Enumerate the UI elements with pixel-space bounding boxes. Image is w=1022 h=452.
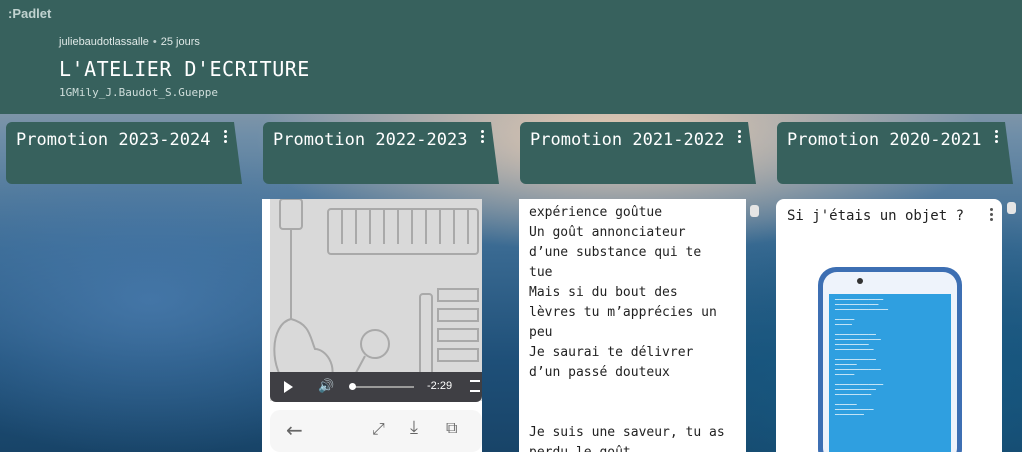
external-link-icon[interactable]: ⧉ <box>446 418 457 438</box>
phone-screen-frame: ━━━━━━━━━━━━━━━━━━━━ ━━━━━━━━━━━━━━━━━━ ━━… <box>823 272 957 452</box>
post-line: perdu le goût <box>529 443 736 452</box>
column-title: Promotion 2023-2024 <box>16 130 211 150</box>
column-menu-icon[interactable] <box>993 130 999 144</box>
text-post-card[interactable]: expérience goûtue Un goût annonciateur d… <box>519 199 746 452</box>
post-line: d’une substance qui te <box>529 245 702 260</box>
fullscreen-icon[interactable] <box>470 380 480 392</box>
post-body: expérience goûtue Un goût annonciateur d… <box>529 203 736 452</box>
board-header: :Padlet juliebaudotlassalle • 25 jours L'A… <box>0 0 1022 114</box>
column-header-2022[interactable]: Promotion 2022-2023 <box>263 122 499 184</box>
post-line <box>529 383 736 403</box>
board-age: 25 jours <box>160 36 200 48</box>
column-title: Promotion 2021-2022 <box>530 130 725 150</box>
post-menu-icon[interactable] <box>988 208 994 222</box>
attachment-toolbar: ← ⤢ ⤓ ⧉ <box>270 410 482 452</box>
phone-screen: ━━━━━━━━━━━━━━━━━━━━ ━━━━━━━━━━━━━━━━━━ ━━… <box>829 294 951 452</box>
download-icon[interactable]: ⤓ <box>410 417 418 438</box>
post-line: Je suis une saveur, tu as <box>529 425 725 440</box>
volume-icon[interactable]: 🔊 <box>318 379 334 394</box>
column-menu-icon[interactable] <box>736 130 742 144</box>
object-post-card[interactable]: Si j'étais un objet ? ━━━━━━━━━━━━━━━━━━… <box>776 199 1002 452</box>
padlet-logo[interactable]: :Padlet <box>8 6 51 21</box>
column-header-2020[interactable]: Promotion 2020-2021 <box>777 122 1013 184</box>
post-line: expérience goûtue <box>529 205 663 220</box>
scroll-indicator[interactable] <box>750 205 759 217</box>
post-line: lèvres tu m’apprécies un <box>529 305 717 320</box>
arrow-left-icon[interactable]: ← <box>286 418 303 442</box>
instruments-icon <box>273 199 479 397</box>
column-menu-icon[interactable] <box>222 130 228 144</box>
meta-separator: • <box>152 36 157 48</box>
audio-player: 🔊 -2:29 <box>270 372 482 402</box>
post-line: Mais si du bout des <box>529 285 678 300</box>
remaining-time: -2:29 <box>427 380 453 392</box>
column-title: Promotion 2020-2021 <box>787 130 982 150</box>
progress-thumb[interactable] <box>349 383 356 390</box>
post-line: tue <box>529 265 553 280</box>
post-line: d’un passé douteux <box>529 365 670 380</box>
column-header-2023[interactable]: Promotion 2023-2024 <box>6 122 242 184</box>
post-line: Je saurai te délivrer <box>529 345 694 360</box>
post-title: Si j'étais un objet ? <box>787 208 965 224</box>
board-meta: juliebaudotlassalle • 25 jours <box>59 36 200 48</box>
scroll-indicator[interactable] <box>1007 202 1016 214</box>
column-title: Promotion 2022-2023 <box>273 130 468 150</box>
column-menu-icon[interactable] <box>479 130 485 144</box>
expand-icon[interactable]: ⤢ <box>372 419 385 439</box>
post-line <box>529 403 736 423</box>
column-header-2021[interactable]: Promotion 2021-2022 <box>520 122 756 184</box>
post-line: peu <box>529 325 553 340</box>
play-icon[interactable] <box>284 381 293 393</box>
phone-text-block: ━━━━━━━━━━━━━━━━━━━━ ━━━━━━━━━━━━━━━━━━ ━━… <box>835 297 888 417</box>
progress-track[interactable] <box>350 386 414 388</box>
board-subtitle: 1GMily_J.Baudot_S.Gueppe <box>59 86 218 99</box>
post-line: Un goût annonciateur <box>529 225 686 240</box>
phone-image: ━━━━━━━━━━━━━━━━━━━━ ━━━━━━━━━━━━━━━━━━ ━━… <box>818 267 962 452</box>
author-name[interactable]: juliebaudotlassalle <box>59 36 149 48</box>
music-illustration <box>270 199 482 401</box>
camera-icon <box>857 278 863 284</box>
board-title: L'ATELIER D'ECRITURE <box>59 57 310 81</box>
